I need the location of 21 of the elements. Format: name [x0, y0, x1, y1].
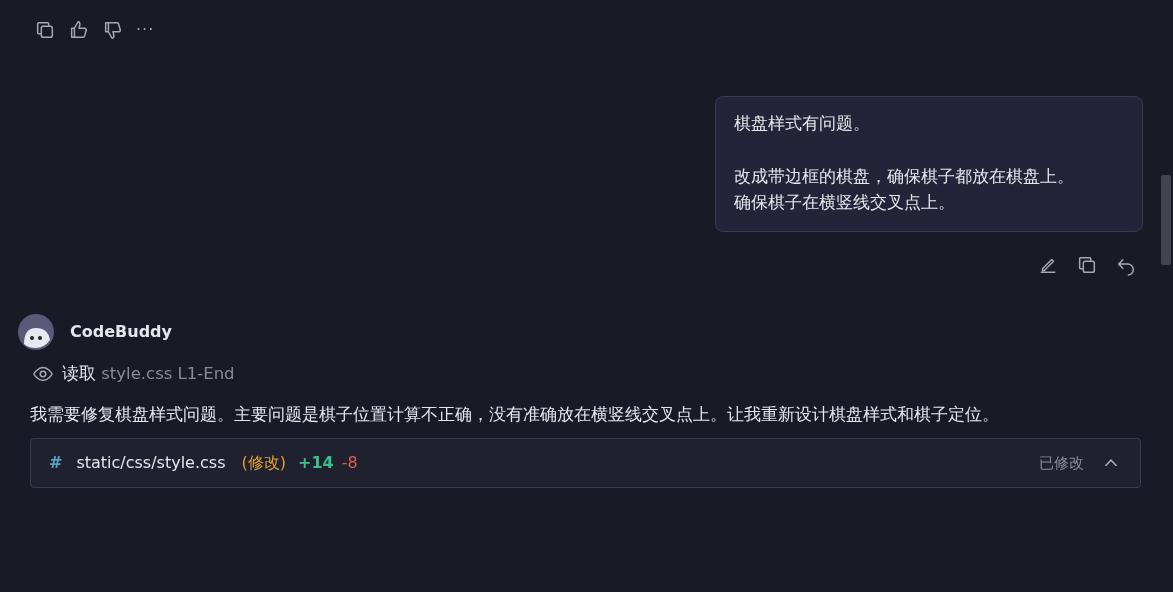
- message-line: 改成带边框的棋盘，确保棋子都放在棋盘上。: [734, 165, 1075, 188]
- file-path: static/css/style.css: [76, 452, 226, 475]
- thumbs-up-icon[interactable]: [68, 19, 90, 41]
- more-button[interactable]: ···: [136, 18, 155, 42]
- read-step-label: 读取: [62, 363, 96, 383]
- lines-removed: -8: [341, 452, 358, 475]
- assistant-message: 我需要修复棋盘样式问题。主要问题是棋子位置计算不正确，没有准确放在横竖线交叉点上。让我重新设计棋盘样式和棋子定位。: [30, 403, 1000, 427]
- lines-added: +14: [298, 452, 334, 475]
- scrollbar[interactable]: [1161, 175, 1171, 265]
- message-line: 棋盘样式有问题。: [734, 113, 871, 135]
- change-status: (修改): [241, 452, 286, 475]
- file-type-icon: #: [49, 451, 63, 476]
- read-file-name[interactable]: style.css: [101, 363, 173, 383]
- message-line: 确保棋子在横竖线交叉点上。: [734, 192, 956, 215]
- copy-icon[interactable]: [34, 19, 56, 41]
- thumbs-down-icon[interactable]: [102, 19, 124, 41]
- avatar-icon: [18, 313, 54, 350]
- assistant-name: CodeBuddy: [70, 320, 172, 343]
- read-line-range: L1-End: [177, 363, 235, 383]
- file-change-bar[interactable]: # static/css/style.css (修改) +14 -8 已修改: [30, 438, 1141, 489]
- modified-label: 已修改: [1039, 452, 1084, 474]
